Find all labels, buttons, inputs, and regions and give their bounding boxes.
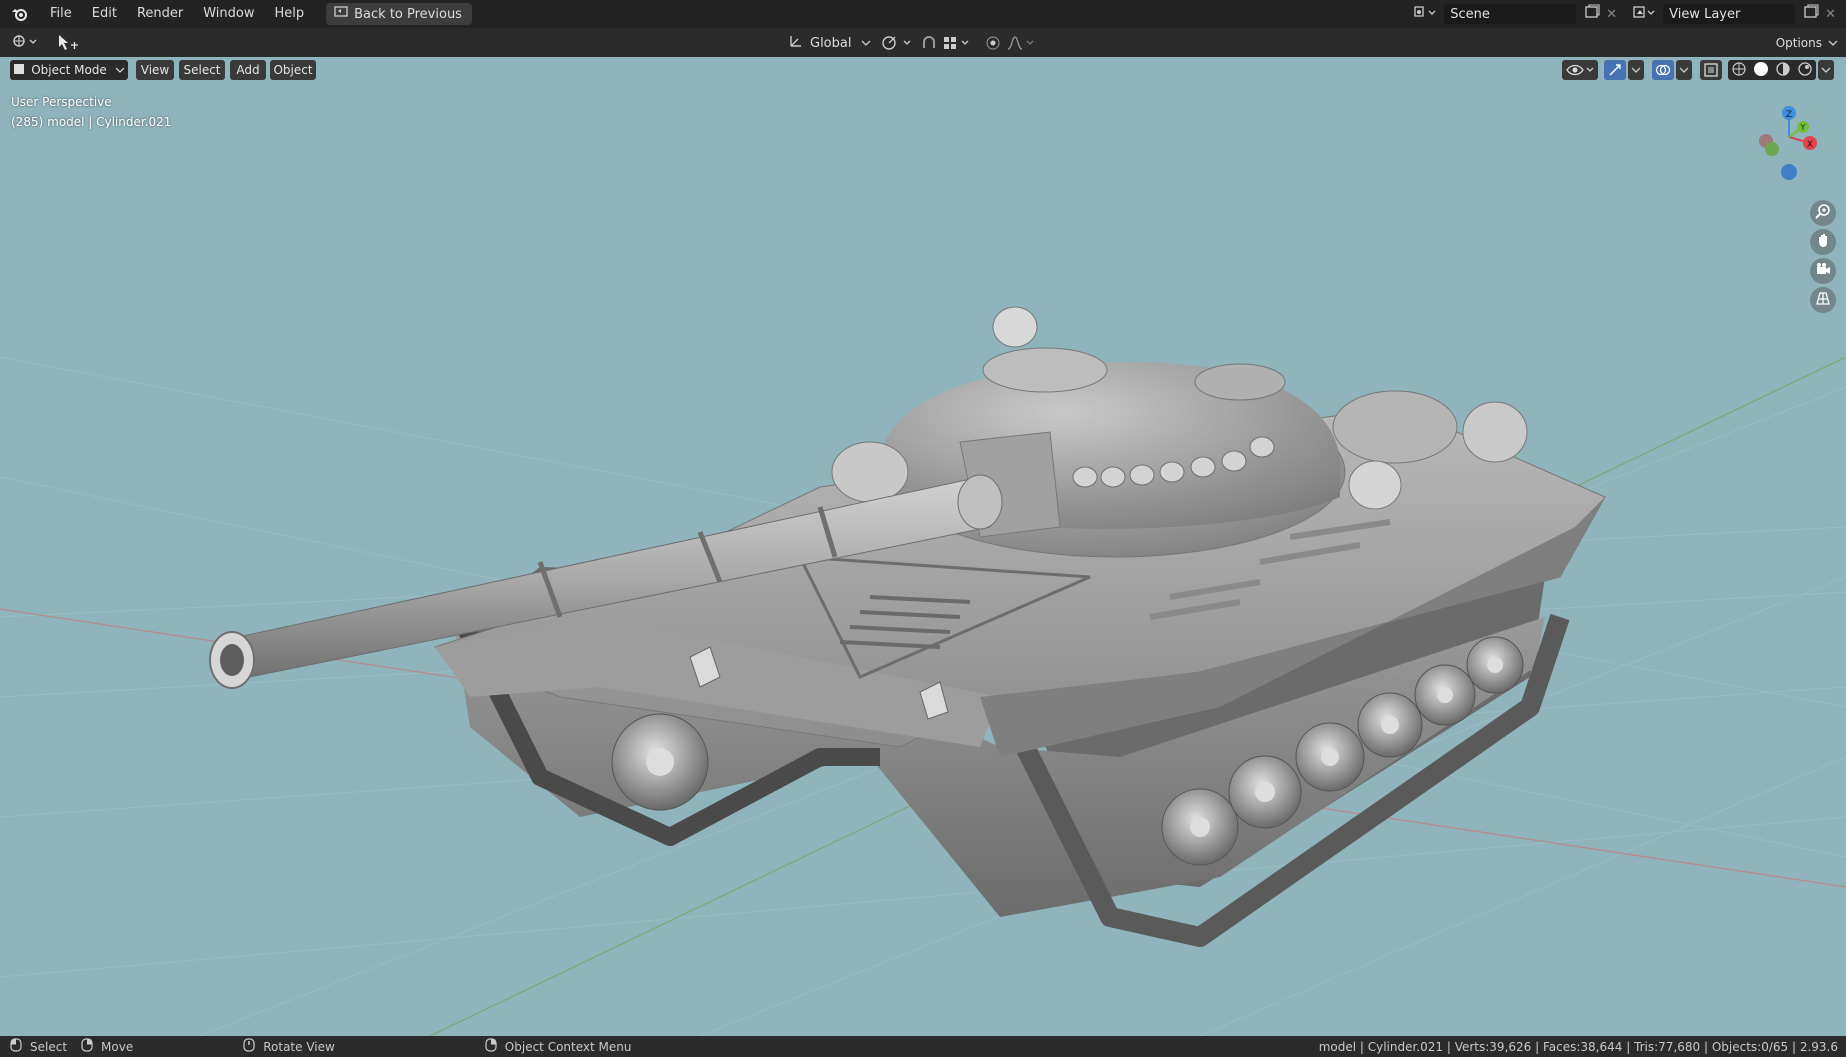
screen-icon [334,6,348,22]
object-mode-dropdown[interactable]: Object Mode [10,60,128,80]
transform-orientation-label: Global [810,35,852,51]
menu-edit[interactable]: Edit [82,0,127,28]
editor-type-selector[interactable] [10,32,40,54]
perspective-label: User Perspective [11,95,112,109]
pivot-point-dropdown[interactable] [880,32,914,54]
status-context-menu-label: Object Context Menu [504,1039,632,1054]
chevron-down-icon [1828,36,1838,51]
top-bar: File Edit Render Window Help Back to Pre… [0,0,1846,28]
status-select-label: Select [30,1039,68,1054]
new-view-layer-icon[interactable] [1803,4,1819,24]
editor-type-icon [10,32,40,54]
menu-render[interactable]: Render [127,0,193,28]
middle-mouse-icon [81,1038,93,1055]
snap-target-dropdown[interactable] [942,32,972,54]
falloff-dropdown[interactable] [1006,32,1036,54]
menu-file[interactable]: File [40,0,82,28]
status-bar: Select Move Rotate View Object Context M… [0,1036,1846,1057]
options-dropdown[interactable]: Options [1776,32,1838,54]
menu-window[interactable]: Window [193,0,264,28]
new-scene-icon[interactable] [1584,4,1600,24]
pan-button[interactable] [1810,229,1836,255]
menu-object[interactable]: Object [270,60,316,80]
orientation-icon [788,33,804,53]
status-rotate-label: Rotate View [263,1039,335,1054]
left-mouse-icon [10,1038,22,1055]
wireframe-shading-icon[interactable] [1731,61,1747,80]
editor-header: Global Options [0,28,1846,59]
chevron-down-icon [861,36,871,51]
viewport-scene [0,306,1846,1036]
material-shading-icon[interactable] [1775,61,1791,80]
back-to-previous-button[interactable]: Back to Previous [326,3,472,25]
shading-options-dropdown[interactable] [1818,60,1834,80]
proportional-edit-icon[interactable] [984,32,1002,54]
visibility-dropdown[interactable] [1562,60,1598,80]
right-mouse-icon [485,1038,497,1055]
rendered-shading-icon[interactable] [1797,61,1813,80]
gizmo-x-label: X [1807,140,1813,150]
snap-toggle-icon[interactable] [920,32,940,54]
menu-add[interactable]: Add [230,60,266,80]
navigation-gizmo[interactable]: Z X Y [1744,99,1834,189]
shading-mode-group [1728,60,1816,80]
zoom-icon [1815,203,1831,223]
options-label: Options [1775,36,1822,50]
zoom-button[interactable] [1810,200,1836,226]
scroll-mouse-icon [243,1038,255,1055]
back-to-previous-label: Back to Previous [354,6,462,22]
gizmo-z-label: Z [1786,110,1792,120]
delete-view-layer-icon[interactable]: ✕ [1825,7,1836,22]
active-object-info: (285) model | Cylinder.021 [11,115,172,129]
menu-select[interactable]: Select [179,60,225,80]
status-move-label: Move [101,1039,134,1054]
view-layer-icon[interactable] [1631,4,1657,24]
scene-statistics: model | Cylinder.021 | Verts:39,626 | Fa… [1318,1039,1838,1054]
scene-icon[interactable] [1412,4,1438,24]
camera-view-button[interactable] [1810,258,1836,284]
tank-model[interactable] [209,306,1606,947]
overlays-options-dropdown[interactable] [1676,60,1692,80]
transform-orientation-dropdown[interactable]: Global [788,32,871,54]
xray-toggle[interactable] [1700,60,1722,80]
chevron-down-icon [115,63,125,77]
menu-view[interactable]: View [136,60,174,80]
scene-selector-group: Scene ✕ View Layer ✕ [1412,0,1846,28]
overlays-toggle[interactable] [1652,60,1674,80]
blender-logo-icon[interactable] [0,0,40,28]
camera-icon [1815,261,1831,281]
gizmo-options-dropdown[interactable] [1628,60,1644,80]
scene-name-field[interactable]: Scene [1444,4,1577,24]
hand-icon [1815,232,1831,252]
object-mode-label: Object Mode [31,63,107,77]
3d-viewport[interactable]: Object Mode View Select Add Object User … [0,57,1846,1036]
delete-scene-icon[interactable]: ✕ [1606,7,1617,22]
menu-help[interactable]: Help [265,0,315,28]
perspective-toggle-button[interactable] [1810,287,1836,313]
gizmo-toggle[interactable] [1604,60,1626,80]
object-mode-icon [13,63,25,78]
grid-icon [1815,290,1831,310]
gizmo-y-label: Y [1800,123,1806,132]
tool-cursor-icon[interactable] [56,32,80,54]
solid-shading-icon[interactable] [1753,61,1769,80]
view-layer-field[interactable]: View Layer [1663,4,1796,24]
